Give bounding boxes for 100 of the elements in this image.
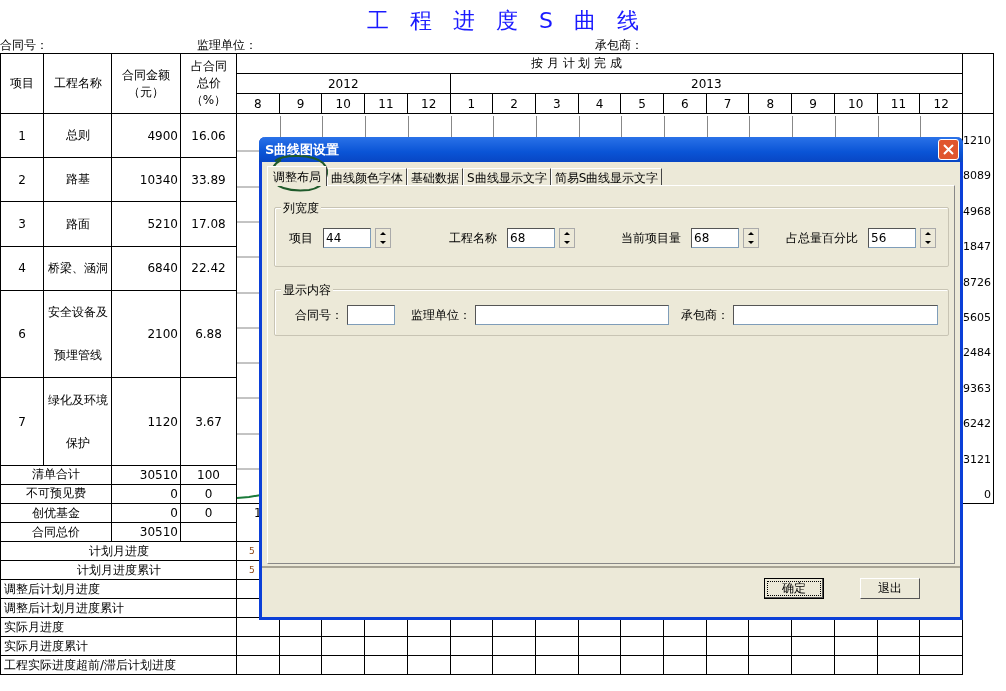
row-label: 工程实际进度超前/滞后计划进度 [0, 655, 237, 675]
month-header: 3 [535, 93, 579, 114]
group-header: 按 月 计 划 完 成 [236, 53, 963, 74]
field-label: 监理单位： [411, 306, 471, 324]
spinner-buttons[interactable] [920, 228, 936, 248]
axis-label: 6242 [963, 417, 992, 431]
number-field[interactable]: 44 [323, 228, 371, 248]
table-cell: 1120 [111, 377, 181, 466]
month-header: 6 [663, 93, 707, 114]
field-label: 合同号： [295, 306, 343, 324]
month-header: 9 [279, 93, 322, 114]
month-header: 10 [834, 93, 878, 114]
close-button[interactable] [938, 139, 959, 160]
axis-label: 4968 [963, 204, 992, 218]
tab[interactable]: 简易S曲线显示文字 [550, 168, 663, 185]
field-label: 当前项目量 [621, 229, 681, 247]
row-label: 计划月进度累计 [0, 560, 237, 580]
dialog-title: S曲线图设置 [265, 140, 340, 159]
field-label: 工程名称 [449, 229, 497, 247]
row-label: 调整后计划月进度 [0, 579, 237, 599]
axis-label: 3121 [963, 452, 992, 466]
table-cell: 3 [0, 201, 44, 247]
table-cell: 清单合计 [0, 465, 112, 485]
spinner-buttons[interactable] [559, 228, 575, 248]
month-header: 7 [706, 93, 749, 114]
month-header: 11 [877, 93, 920, 114]
field-label: 合同号： [0, 37, 49, 54]
month-header: 5 [620, 93, 664, 114]
table-cell: 安全设备及预埋管线 [43, 290, 112, 378]
table-cell: 绿化及环境保护 [43, 377, 112, 466]
month-header: 12 [407, 93, 450, 114]
spinner-buttons[interactable] [375, 228, 391, 248]
table-cell: 0 [111, 484, 181, 504]
axis-label: 9363 [963, 381, 992, 395]
table-cell: 0 [111, 503, 181, 523]
page-title: 工 程 进 度 S 曲 线 [367, 7, 639, 35]
tab[interactable]: 曲线颜色字体 [327, 168, 407, 185]
group-title: 列宽度 [281, 200, 321, 217]
table-cell: 合同总价 [0, 522, 112, 542]
table-cell: 6 [0, 290, 44, 378]
month-header: 10 [321, 93, 365, 114]
axis-label: 1210 [963, 134, 992, 147]
month-header: 2 [492, 93, 536, 114]
table-cell: 30510 [111, 522, 181, 542]
table-cell: 路基 [43, 157, 112, 202]
dialog-button[interactable]: 确定 [764, 578, 824, 599]
table-cell: 5210 [111, 201, 181, 247]
number-field[interactable]: 68 [691, 228, 739, 248]
field-label: 承包商： [595, 37, 643, 54]
row-label: 实际月进度 [0, 617, 237, 637]
text-field[interactable] [733, 305, 938, 325]
tab[interactable]: 调整布局 [267, 166, 327, 186]
row-label: 计划月进度 [0, 541, 237, 561]
table-cell: 7 [0, 377, 44, 466]
table-cell: 2100 [111, 290, 181, 378]
table-cell: 16.06 [180, 113, 237, 158]
s-curve-line [237, 494, 262, 499]
number-field[interactable]: 68 [507, 228, 555, 248]
table-cell: 6840 [111, 246, 181, 291]
text-field[interactable] [347, 305, 395, 325]
table-cell: 4 [0, 246, 44, 291]
number-field[interactable]: 56 [868, 228, 916, 248]
table-cell: 4900 [111, 113, 181, 158]
tab[interactable]: 基础数据 [407, 168, 463, 185]
month-header: 4 [578, 93, 621, 114]
close-icon [943, 144, 954, 155]
field-label: 承包商： [681, 306, 729, 324]
table-cell: 桥梁、涵洞 [43, 246, 112, 291]
tab[interactable]: S曲线显示文字 [463, 168, 551, 185]
axis-label: 1847 [963, 240, 992, 254]
column-header: 占合同 总价 （%） [180, 53, 237, 114]
table-cell: 30510 [111, 465, 181, 485]
row-label: 实际月进度累计 [0, 636, 237, 656]
table-cell: 2 [0, 157, 44, 202]
axis-label: 5605 [963, 310, 992, 324]
column-header: 项目 [0, 53, 44, 114]
month-header: 9 [791, 93, 835, 114]
spinner-buttons[interactable] [743, 228, 759, 248]
table-cell: 创优基金 [0, 503, 112, 523]
axis-label: 8726 [963, 275, 992, 289]
month-header: 11 [364, 93, 408, 114]
field-label: 监理单位： [197, 37, 258, 54]
axis-label: 8089 [963, 169, 992, 183]
month-header: 8 [236, 93, 280, 114]
month-header: 1 [450, 93, 493, 114]
table-cell: 总则 [43, 113, 112, 158]
text-field[interactable] [475, 305, 669, 325]
axis-label: 0 [984, 487, 992, 501]
table-cell: 1 [0, 113, 44, 158]
table-cell: 10340 [111, 157, 181, 202]
group-title: 显示内容 [281, 282, 333, 299]
field-label: 项目 [289, 229, 313, 247]
month-header: 8 [748, 93, 792, 114]
table-cell: 0 [180, 503, 237, 523]
column-header: 合同金额 （元） [111, 53, 181, 114]
column-header: 工程名称 [43, 53, 112, 114]
table-cell: 路面 [43, 201, 112, 247]
dialog-button[interactable]: 退出 [860, 578, 920, 599]
year-header: 2012 [236, 73, 450, 94]
field-label: 占总量百分比 [786, 229, 858, 247]
